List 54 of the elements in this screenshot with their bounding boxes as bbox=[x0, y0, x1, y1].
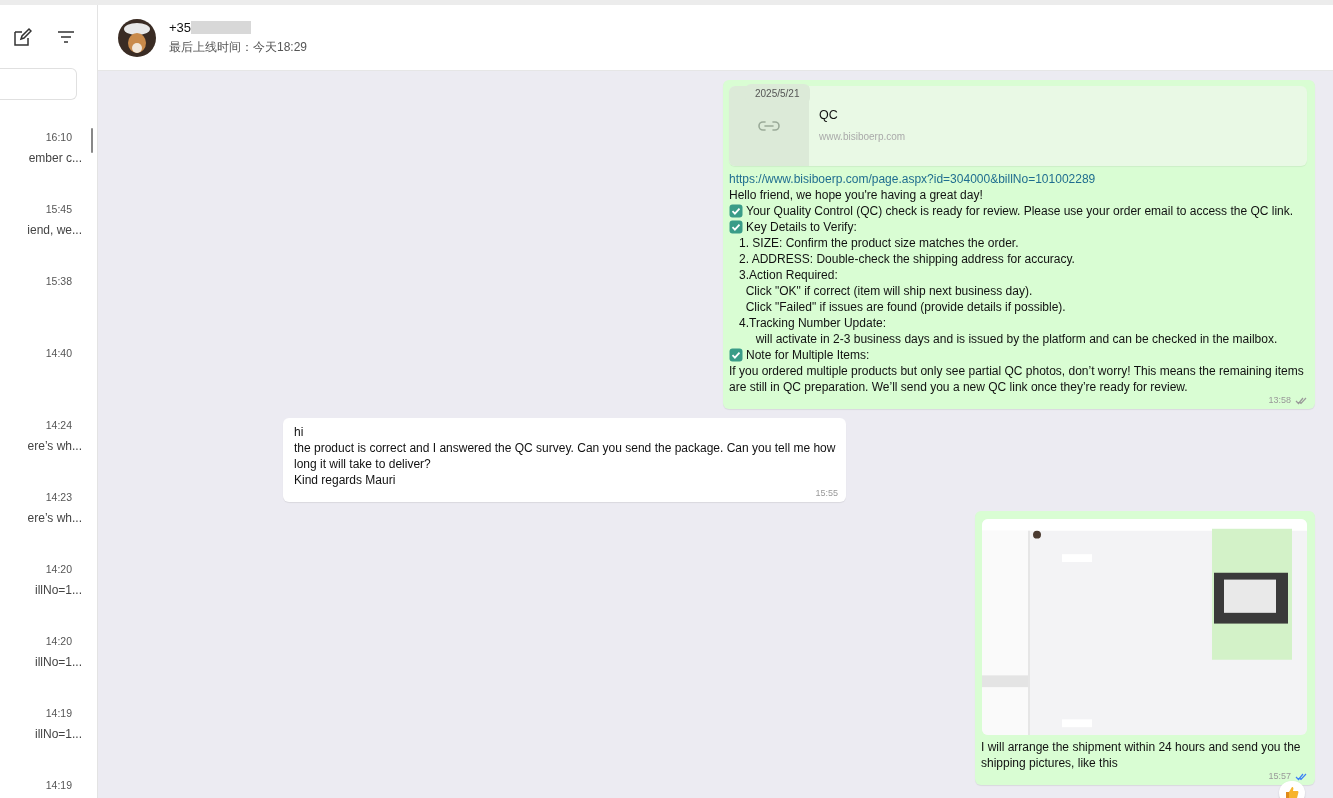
message-text: Click "Failed" if issues are found (provide details if possible). bbox=[744, 299, 1067, 315]
message-text: 3.Action Required: bbox=[738, 267, 839, 283]
chat-preview[interactable]: ere’s wh... bbox=[27, 439, 82, 453]
link-domain: www.bisiboerp.com bbox=[819, 130, 906, 144]
chat-time: 14:20 bbox=[45, 563, 72, 575]
filter-icon[interactable] bbox=[57, 28, 75, 45]
reaction-badge[interactable] bbox=[1279, 781, 1305, 798]
chat-time: 14:23 bbox=[45, 491, 72, 503]
chat-time: 14:19 bbox=[45, 779, 72, 791]
chat-preview[interactable]: illNo=1... bbox=[34, 727, 82, 741]
chat-preview[interactable]: illNo=1... bbox=[34, 583, 82, 597]
check-mark-icon bbox=[729, 204, 743, 218]
chat-preview[interactable]: ember c... bbox=[28, 151, 82, 165]
contact-name: +35 bbox=[169, 19, 192, 35]
message-text: Hello friend, we hope you're having a great day! bbox=[729, 187, 984, 203]
chat-time: 15:38 bbox=[45, 275, 72, 287]
chat-time: 14:40 bbox=[45, 347, 72, 359]
compose-icon[interactable] bbox=[12, 26, 32, 47]
check-mark-icon bbox=[729, 220, 743, 234]
message-text: Note for Multiple Items: bbox=[746, 347, 870, 363]
message-text: 1. SIZE: Confirm the product size matches the order. bbox=[738, 235, 1020, 251]
link-icon bbox=[756, 119, 782, 133]
chat-preview[interactable]: ere’s wh... bbox=[27, 511, 82, 525]
blur-patch bbox=[191, 20, 252, 34]
thumbs-up-icon bbox=[1284, 785, 1300, 798]
message-time: 15:57 bbox=[1268, 771, 1291, 781]
message-text: If you ordered multiple products but only see partial QC photos, don’t worry! This means the remaining items are still in QC preparation. We’ll send you a new QC link once they’re ready for review. bbox=[729, 363, 1305, 395]
message-link[interactable]: https://www.bisiboerp.com/page.aspx?id=304000&billNo=101002289 bbox=[729, 171, 1307, 187]
chat-time: 14:24 bbox=[45, 419, 72, 431]
chat-time: 16:10 bbox=[45, 131, 72, 143]
scrollbar-thumb[interactable] bbox=[91, 128, 93, 153]
avatar[interactable] bbox=[118, 18, 156, 57]
message-time: 15:55 bbox=[815, 488, 838, 498]
message-text: I will arrange the shipment within 24 hours and send you the shipping pictures, like this bbox=[981, 739, 1302, 771]
check-mark-icon bbox=[729, 348, 743, 362]
chat-preview[interactable]: illNo=1... bbox=[34, 655, 82, 669]
message-text: Kind regards Mauri bbox=[294, 472, 397, 488]
last-seen-status: 最后上线时间：今天18:29 bbox=[169, 38, 308, 56]
chat-preview[interactable]: iend, we... bbox=[27, 223, 82, 237]
message-text: hi bbox=[294, 424, 305, 440]
chat-time: 14:20 bbox=[45, 635, 72, 647]
message-text: 4.Tracking Number Update: bbox=[738, 315, 887, 331]
chat-time: 14:19 bbox=[45, 707, 72, 719]
link-title: QC bbox=[819, 107, 839, 123]
message-time: 13:58 bbox=[1268, 395, 1291, 405]
message-text: 2. ADDRESS: Double-check the shipping address for accuracy. bbox=[738, 251, 1076, 267]
message-text: Your Quality Control (QC) check is ready for review. Please use your order email to access the QC link. bbox=[746, 203, 1294, 219]
message-text: Key Details to Verify: bbox=[746, 219, 857, 235]
date-chip: 2025/5/21 bbox=[745, 84, 810, 104]
message-text: will activate in 2-3 business days and is issued by the platform and can be checked in the mailbox. bbox=[754, 331, 1279, 347]
message-text: Click "OK" if correct (item will ship next business day). bbox=[744, 283, 1034, 299]
chat-time: 15:45 bbox=[45, 203, 72, 215]
search-field[interactable] bbox=[0, 68, 77, 100]
message-text: the product is correct and I answered the QC survey. Can you send the package. Can you tell me how long it will take to deliver? bbox=[294, 440, 837, 472]
